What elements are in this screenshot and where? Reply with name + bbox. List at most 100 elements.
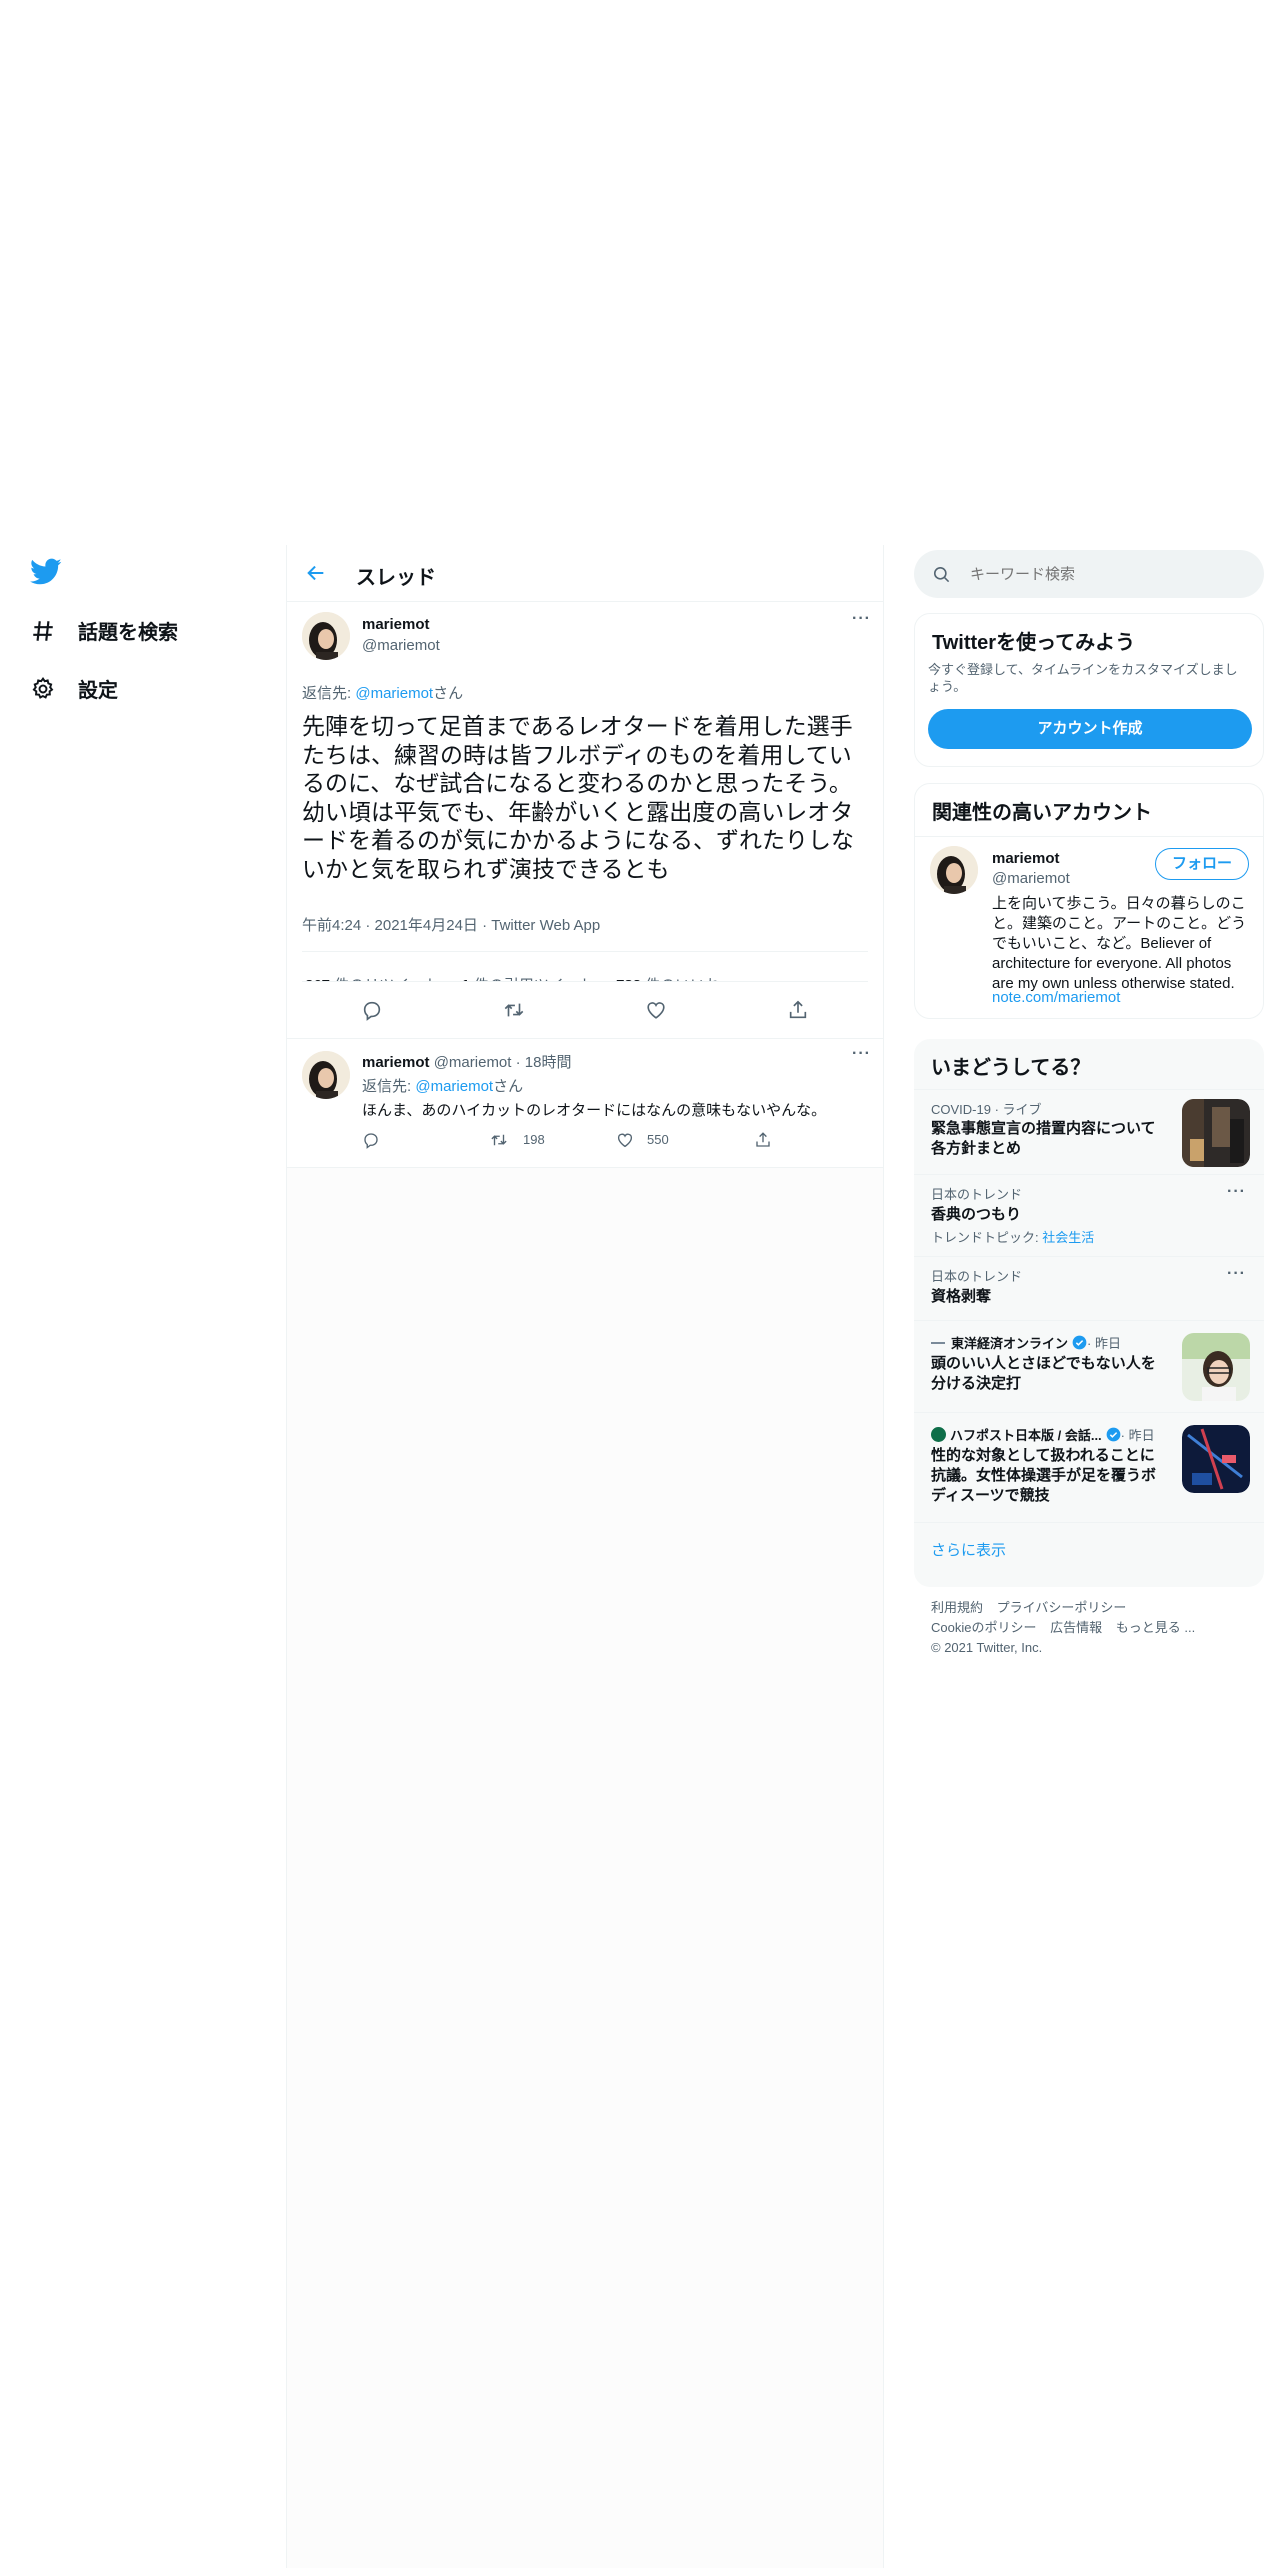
- trend-item[interactable]: 日本のトレンド 資格剥奪 ···: [914, 1256, 1264, 1320]
- reply-retweet-count: 198: [523, 1132, 545, 1147]
- footer-link-ads[interactable]: 広告情報: [1050, 1620, 1102, 1635]
- footer-link-cookies[interactable]: Cookieのポリシー: [931, 1620, 1036, 1635]
- trend-title: 資格剥奪: [931, 1288, 992, 1305]
- nav-settings-label: 設定: [78, 680, 118, 702]
- reply-author-name[interactable]: mariemot: [362, 1054, 430, 1071]
- tweet-text: 先陣を切って足首まであるレオタードを着用した選手たちは、練習の時は皆フルボディの…: [302, 713, 854, 882]
- trend-title: 性的な対象として扱われることに抗議。女性体操選手が足を覆うボディスーツで競技: [931, 1447, 1157, 1504]
- trend-time: · 昨日: [1087, 1336, 1121, 1351]
- reply-to-handle[interactable]: @mariemot: [415, 1078, 493, 1095]
- more-options-icon[interactable]: ···: [852, 610, 871, 628]
- trend-item[interactable]: ハフポスト日本版 / 会話... · 昨日 性的な対象として扱われることに抗議。…: [914, 1412, 1264, 1522]
- related-name[interactable]: mariemot: [992, 850, 1060, 867]
- trend-time: · 昨日: [1120, 1428, 1155, 1443]
- reply-text: ほんま、あのハイカットのレオタードにはなんの意味もないやんな。: [362, 1102, 827, 1119]
- trend-item[interactable]: 東洋経済オンライン · 昨日 頭のいい人とさほどでもない人を分ける決定打: [914, 1320, 1264, 1412]
- trend-meta: COVID-19 · ライブ: [931, 1102, 1042, 1117]
- reply-avatar[interactable]: [302, 1051, 350, 1099]
- trend-source: ハフポスト日本版 / 会話...: [950, 1428, 1102, 1443]
- search-input[interactable]: [970, 562, 1240, 586]
- trend-thumbnail: [1182, 1099, 1250, 1167]
- trend-meta: 日本のトレンド: [931, 1269, 1023, 1284]
- related-handle[interactable]: @mariemot: [992, 870, 1070, 887]
- trend-thumbnail: [1182, 1425, 1250, 1493]
- retweet-icon[interactable]: [490, 1131, 508, 1149]
- trend-title: 香典のつもり: [931, 1206, 1022, 1223]
- create-account-button[interactable]: アカウント作成: [928, 709, 1252, 749]
- show-more-label: さらに表示: [931, 1542, 1007, 1559]
- search-icon: [933, 566, 950, 583]
- reply-icon[interactable]: [361, 999, 383, 1021]
- tweet-author-name[interactable]: mariemot: [362, 616, 430, 633]
- reply-to-prefix: 返信先:: [302, 685, 356, 702]
- avatar[interactable]: [302, 612, 350, 660]
- reply-to-suffix: さん: [493, 1078, 524, 1095]
- page-title: スレッド: [356, 567, 436, 589]
- follow-button[interactable]: フォロー: [1155, 848, 1249, 880]
- like-icon[interactable]: [616, 1131, 634, 1149]
- related-avatar[interactable]: [930, 846, 978, 894]
- reply-to-handle[interactable]: @mariemot: [355, 685, 433, 702]
- create-account-label: アカウント作成: [1037, 720, 1143, 737]
- trend-title: 緊急事態宣言の措置内容について各方針まとめ: [931, 1120, 1156, 1157]
- thread-column: スレッド mariemot @mariemot ··· 返信先: @mariem…: [286, 545, 884, 2568]
- signup-desc: 今すぐ登録して、タイムラインをカスタマイズしましょう。: [928, 662, 1238, 694]
- reply-like-count: 550: [647, 1132, 669, 1147]
- footer-link-privacy[interactable]: プライバシーポリシー: [997, 1600, 1127, 1615]
- verified-badge-icon: [1106, 1427, 1121, 1442]
- more-options-icon[interactable]: ···: [1227, 1265, 1246, 1283]
- source-logo-icon: [931, 1427, 946, 1442]
- share-icon[interactable]: [754, 1131, 772, 1149]
- signup-title: Twitterを使ってみよう: [932, 632, 1136, 654]
- signup-card: Twitterを使ってみよう 今すぐ登録して、タイムラインをカスタマイズしましょ…: [914, 613, 1264, 767]
- reply-to-suffix: さん: [433, 685, 464, 702]
- verified-badge-icon: [1072, 1335, 1087, 1350]
- related-bio: 上を向いて歩こう。日々の暮らしのこと。建築のこと。アートのこと。どうでもいいこと…: [992, 895, 1247, 992]
- footer-row-1: 利用規約 プライバシーポリシー: [931, 1598, 1261, 1618]
- reply-to: 返信先: @mariemotさん: [302, 682, 463, 703]
- nav-settings[interactable]: 設定: [30, 674, 118, 703]
- trend-title: 頭のいい人とさほどでもない人を分ける決定打: [931, 1355, 1156, 1392]
- footer-copyright: © 2021 Twitter, Inc.: [931, 1640, 1043, 1655]
- search-box[interactable]: [914, 550, 1264, 598]
- tweet-author-handle[interactable]: @mariemot: [362, 637, 440, 654]
- trend-source: 東洋経済オンライン: [951, 1336, 1069, 1351]
- trend-topic-prefix: トレンドトピック:: [931, 1230, 1043, 1245]
- trend-source-row: 東洋経済オンライン · 昨日: [931, 1333, 1121, 1352]
- twitter-logo-icon[interactable]: [30, 558, 62, 591]
- reply-reply-to: 返信先: @mariemotさん: [362, 1075, 523, 1096]
- like-icon[interactable]: [645, 999, 667, 1021]
- footer-link-terms[interactable]: 利用規約: [931, 1600, 983, 1615]
- thread-header: スレッド: [287, 545, 883, 601]
- trend-topic: トレンドトピック: 社会生活: [931, 1227, 1094, 1246]
- related-title: 関連性の高いアカウント: [932, 802, 1152, 824]
- related-link[interactable]: note.com/mariemot: [992, 989, 1120, 1006]
- reply-handle-time[interactable]: @mariemot · 18時間: [434, 1054, 572, 1071]
- tweet-meta[interactable]: 午前4:24 · 2021年4月24日 · Twitter Web App: [302, 914, 600, 935]
- share-icon[interactable]: [787, 999, 809, 1021]
- show-more-link[interactable]: さらに表示: [914, 1522, 1264, 1587]
- trend-source-row: ハフポスト日本版 / 会話... · 昨日: [931, 1425, 1155, 1444]
- reply-tweet[interactable]: mariemot @mariemot · 18時間 ··· 返信先: @mari…: [287, 1039, 883, 1167]
- follow-label: フォロー: [1171, 855, 1232, 872]
- more-options-icon[interactable]: ···: [1227, 1183, 1246, 1201]
- reply-icon[interactable]: [362, 1131, 380, 1149]
- trend-topic-link[interactable]: 社会生活: [1042, 1230, 1094, 1245]
- nav-explore[interactable]: 話題を検索: [30, 616, 178, 645]
- footer: 利用規約 プライバシーポリシー Cookieのポリシー 広告情報 もっと見る .…: [931, 1598, 1261, 1658]
- trend-item[interactable]: 日本のトレンド 香典のつもり トレンドトピック: 社会生活 ···: [914, 1174, 1264, 1256]
- more-options-icon[interactable]: ···: [852, 1045, 871, 1063]
- trends-title: いまどうしてる？: [931, 1057, 1091, 1079]
- back-arrow-icon[interactable]: [305, 562, 327, 584]
- trend-item[interactable]: COVID-19 · ライブ 緊急事態宣言の措置内容について各方針まとめ: [914, 1089, 1264, 1174]
- reply-actions: 198 550: [362, 1131, 832, 1155]
- gear-icon: [32, 676, 54, 699]
- trends-card: いまどうしてる？ COVID-19 · ライブ 緊急事態宣言の措置内容について各…: [914, 1039, 1264, 1587]
- reply-header: mariemot @mariemot · 18時間: [362, 1051, 571, 1072]
- retweet-icon[interactable]: [503, 999, 525, 1021]
- footer-link-more[interactable]: もっと見る ...: [1116, 1620, 1195, 1635]
- reply-to-prefix: 返信先:: [362, 1078, 416, 1095]
- trend-thumbnail: [1182, 1333, 1250, 1401]
- tweet-actions: [287, 982, 883, 1038]
- hashtag-icon: [33, 620, 53, 641]
